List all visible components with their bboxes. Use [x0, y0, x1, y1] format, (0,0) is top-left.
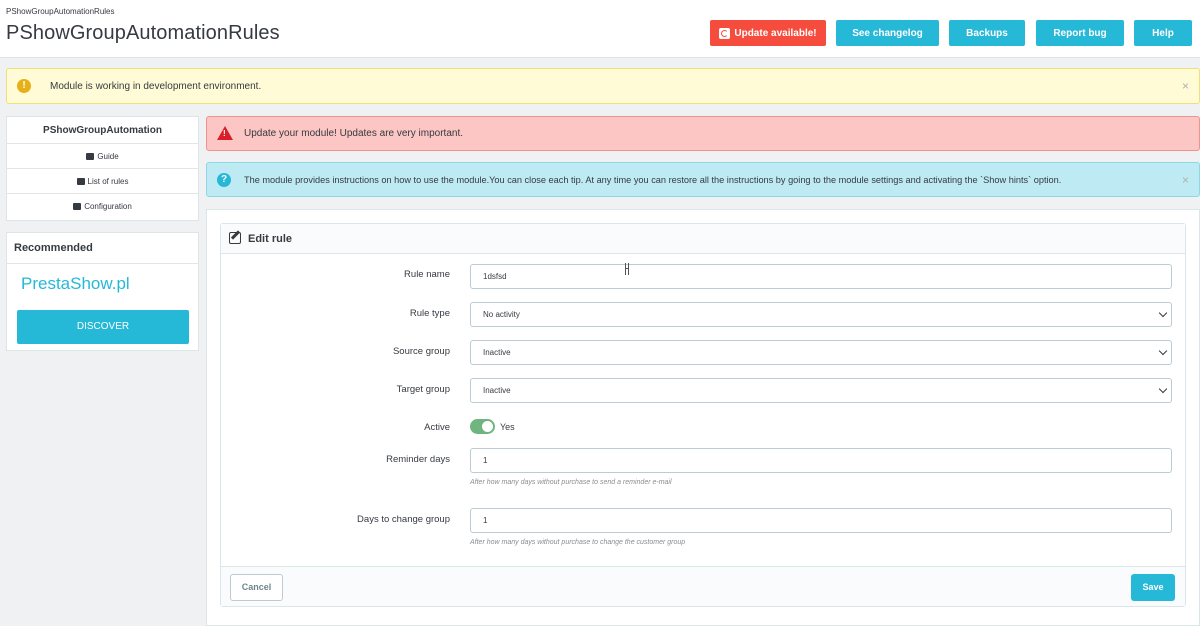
refresh-icon [719, 27, 731, 39]
recommended-panel: Recommended PrestaShow.pl DISCOVER [6, 232, 199, 351]
rule-type-label: Rule type [409, 308, 450, 319]
discover-button[interactable]: DISCOVER [17, 310, 189, 344]
update-alert-text: Update your module! Updates are very imp… [244, 128, 463, 139]
sidebar-title[interactable]: PShowGroupAutomation [7, 117, 198, 144]
target-group-label: Target group [396, 384, 450, 395]
list-icon [76, 178, 85, 185]
days-to-change-help: After how many days without purchase to … [470, 539, 686, 546]
dev-env-alert: ! Module is working in development envir… [6, 68, 1200, 104]
help-button[interactable]: Help [1134, 20, 1192, 46]
target-group-value: Inactive [483, 386, 511, 395]
update-available-button[interactable]: Update available! [710, 20, 826, 46]
active-label: Active [424, 422, 450, 433]
report-bug-button[interactable]: Report bug [1036, 20, 1124, 46]
target-group-select[interactable]: Inactive [470, 378, 1172, 403]
see-changelog-button[interactable]: See changelog [836, 20, 939, 46]
backups-button[interactable]: Backups [949, 20, 1025, 46]
sidebar-item-list-of-rules[interactable]: List of rules [7, 169, 198, 194]
prestashow-link[interactable]: PrestaShow.pl [21, 274, 130, 294]
cancel-button[interactable]: Cancel [230, 574, 283, 601]
reminder-days-help: After how many days without purchase to … [470, 479, 672, 486]
warning-triangle-icon [217, 126, 233, 140]
sidebar-item-configuration[interactable]: Configuration [7, 194, 198, 219]
recommended-title: Recommended [7, 233, 198, 264]
rule-type-select[interactable]: No activity [470, 302, 1172, 327]
reminder-days-value: 1 [483, 456, 488, 465]
chevron-down-icon [1158, 346, 1168, 356]
sidebar-item-label: Configuration [84, 202, 132, 211]
rule-name-value: 1dsfsd [483, 272, 507, 281]
source-group-value: Inactive [483, 348, 511, 357]
edit-icon [229, 232, 241, 244]
days-to-change-value: 1 [483, 516, 488, 525]
active-toggle[interactable] [470, 419, 495, 434]
card-title: Edit rule [248, 233, 293, 245]
question-icon: ? [217, 173, 231, 187]
card-header: Edit rule [221, 224, 1185, 254]
chevron-down-icon [1158, 384, 1168, 394]
rule-name-label: Rule name [404, 269, 450, 280]
reminder-days-input[interactable]: 1 [470, 448, 1172, 473]
source-group-label: Source group [392, 346, 450, 357]
sidebar-item-guide[interactable]: Guide [7, 144, 198, 169]
update-alert: Update your module! Updates are very imp… [206, 116, 1200, 151]
save-button[interactable]: Save [1131, 574, 1175, 601]
card-footer [221, 566, 1185, 606]
rule-name-input[interactable]: 1dsfsd [470, 264, 1172, 289]
days-to-change-input[interactable]: 1 [470, 508, 1172, 533]
source-group-select[interactable]: Inactive [470, 340, 1172, 365]
text-cursor-icon [625, 263, 629, 275]
chevron-down-icon [1158, 308, 1168, 318]
close-icon[interactable]: × [1182, 79, 1189, 93]
sidebar-menu: PShowGroupAutomation Guide List of rules… [6, 116, 199, 221]
reminder-days-label: Reminder days [386, 454, 450, 465]
book-icon [86, 153, 95, 160]
info-alert-text: The module provides instructions on how … [244, 175, 1062, 185]
sidebar-item-label: Guide [97, 152, 119, 161]
active-toggle-label: Yes [500, 422, 515, 432]
gears-icon [73, 203, 82, 210]
warning-icon: ! [17, 79, 31, 93]
breadcrumb[interactable]: PShowGroupAutomationRules [6, 7, 115, 16]
page-title: PShowGroupAutomationRules [6, 22, 280, 44]
dev-env-alert-text: Module is working in development environ… [50, 81, 262, 92]
close-icon[interactable]: × [1182, 173, 1189, 187]
rule-type-value: No activity [483, 310, 520, 319]
update-available-label: Update available! [734, 27, 817, 39]
info-alert: ? The module provides instructions on ho… [206, 162, 1200, 197]
sidebar-item-label: List of rules [87, 177, 129, 186]
days-to-change-label: Days to change group [357, 514, 450, 525]
